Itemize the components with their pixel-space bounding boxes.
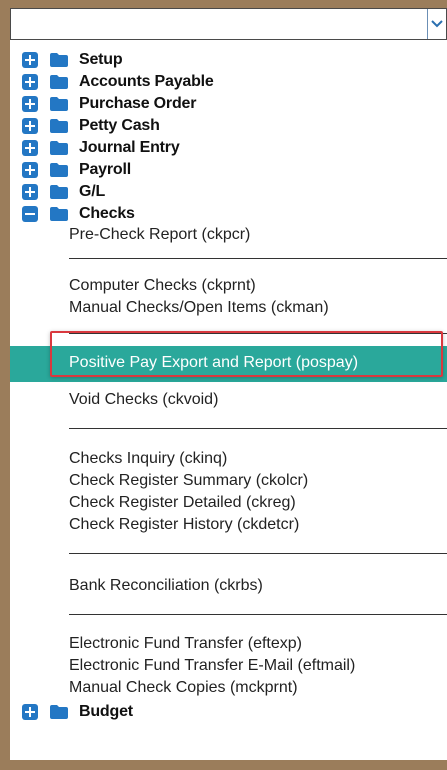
menu-item-ckinq[interactable]: Checks Inquiry (ckinq) [69, 450, 227, 468]
tree-node-journal-entry[interactable]: Journal Entry [22, 137, 180, 159]
tree-node-label: Purchase Order [79, 95, 197, 112]
expand-icon[interactable] [22, 118, 38, 134]
annotation-highlight-box [50, 331, 443, 377]
tree-node-label: Budget [79, 703, 133, 720]
tree-node-checks[interactable]: Checks [22, 203, 135, 225]
folder-icon [50, 75, 68, 89]
chevron-down-icon[interactable] [427, 9, 446, 39]
module-select-dropdown[interactable] [10, 8, 447, 40]
menu-item-ckreg[interactable]: Check Register Detailed (ckreg) [69, 494, 296, 512]
folder-icon [50, 185, 68, 199]
menu-divider [69, 614, 447, 615]
folder-icon [50, 705, 68, 719]
expand-icon[interactable] [22, 184, 38, 200]
tree-node-label: G/L [79, 183, 106, 200]
expand-icon[interactable] [22, 704, 38, 720]
folder-icon [50, 119, 68, 133]
folder-icon [50, 53, 68, 67]
tree-node-label: Payroll [79, 161, 131, 178]
collapse-icon[interactable] [22, 206, 38, 222]
menu-divider [69, 553, 447, 554]
tree-node-setup[interactable]: Setup [22, 49, 123, 71]
tree-node-label: Setup [79, 51, 123, 68]
menu-divider [69, 428, 447, 429]
menu-item-mckprnt[interactable]: Manual Check Copies (mckprnt) [69, 679, 298, 697]
menu-item-ckdetcr[interactable]: Check Register History (ckdetcr) [69, 516, 299, 534]
tree-node-label: Journal Entry [79, 139, 180, 156]
menu-item-ckpcr[interactable]: Pre-Check Report (ckpcr) [69, 226, 250, 244]
tree-node-gl[interactable]: G/L [22, 181, 105, 203]
tree-node-payroll[interactable]: Payroll [22, 159, 131, 181]
menu-item-ckvoid[interactable]: Void Checks (ckvoid) [69, 391, 218, 409]
tree-node-purchase-order[interactable]: Purchase Order [22, 93, 196, 115]
expand-icon[interactable] [22, 52, 38, 68]
folder-icon [50, 141, 68, 155]
menu-item-eftexp[interactable]: Electronic Fund Transfer (eftexp) [69, 635, 302, 653]
expand-icon[interactable] [22, 96, 38, 112]
tree-node-label: Accounts Payable [79, 73, 214, 90]
expand-icon[interactable] [22, 162, 38, 178]
expand-icon[interactable] [22, 140, 38, 156]
menu-item-ckolcr[interactable]: Check Register Summary (ckolcr) [69, 472, 308, 490]
folder-icon [50, 207, 68, 221]
menu-divider [69, 258, 447, 259]
folder-icon [50, 163, 68, 177]
tree-node-petty-cash[interactable]: Petty Cash [22, 115, 160, 137]
tree-node-budget[interactable]: Budget [22, 701, 133, 723]
menu-item-ckrbs[interactable]: Bank Reconciliation (ckrbs) [69, 577, 263, 595]
menu-panel: Setup Accounts Payable Purchase Order Pe… [10, 8, 447, 760]
tree-node-accounts-payable[interactable]: Accounts Payable [22, 71, 214, 93]
tree-node-label: Checks [79, 205, 135, 222]
menu-item-ckman[interactable]: Manual Checks/Open Items (ckman) [69, 299, 329, 317]
tree-node-label: Petty Cash [79, 117, 160, 134]
expand-icon[interactable] [22, 74, 38, 90]
menu-item-eftmail[interactable]: Electronic Fund Transfer E-Mail (eftmail… [69, 657, 355, 675]
menu-item-ckprnt[interactable]: Computer Checks (ckprnt) [69, 277, 256, 295]
folder-icon [50, 97, 68, 111]
